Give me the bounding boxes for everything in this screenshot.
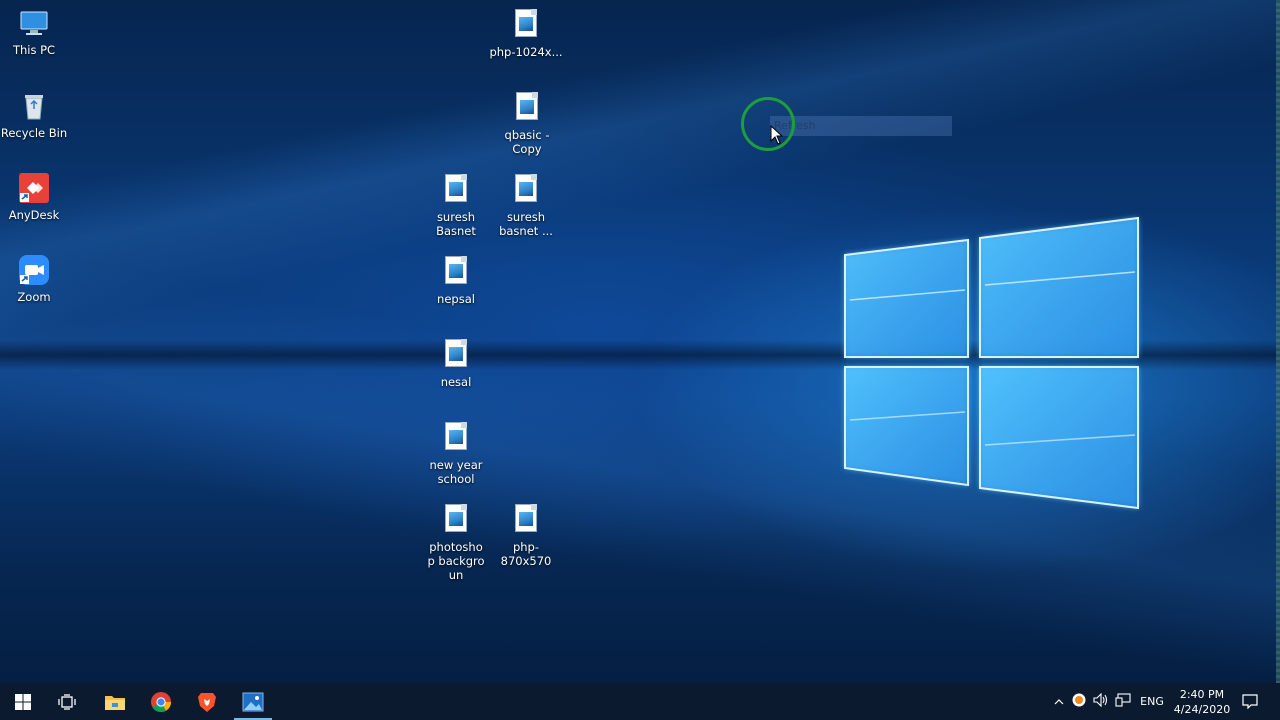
desktop-file-suresh-basnet[interactable]: suresh Basnet — [419, 172, 493, 238]
image-file-icon — [440, 504, 472, 536]
task-view-icon — [58, 693, 76, 710]
image-file-icon — [440, 339, 472, 371]
desktop-file-php-870x570[interactable]: php-870x570 — [489, 502, 563, 568]
screen-edge-artifact — [1276, 0, 1280, 683]
desktop-icon-recycle-bin[interactable]: Recycle Bin — [0, 90, 71, 140]
desktop-file-nepsal[interactable]: nepsal — [419, 254, 493, 306]
desktop-file-new-year-school[interactable]: new year school — [419, 420, 493, 486]
photos-icon — [242, 692, 264, 711]
image-file-icon — [510, 174, 542, 206]
clock-time: 2:40 PM — [1179, 688, 1225, 701]
click-indicator — [741, 97, 795, 151]
notification-icon — [1242, 694, 1258, 709]
input-language-indicator[interactable]: ENG — [1134, 695, 1170, 708]
desktop-icon-label: nepsal — [437, 292, 475, 306]
task-view-button[interactable] — [44, 683, 90, 720]
desktop-icon-this-pc[interactable]: This PC — [0, 7, 71, 57]
desktop-icon-label: suresh basnet ... — [499, 210, 553, 238]
chrome-button[interactable] — [138, 683, 184, 720]
desktop-icon-label: This PC — [12, 43, 56, 57]
desktop-icon-label: php-870x570 — [500, 540, 552, 568]
this-pc-icon — [18, 7, 50, 39]
file-explorer-button[interactable] — [92, 683, 138, 720]
desktop-icon-label: Zoom — [17, 290, 51, 304]
desktop-icon-label: suresh Basnet — [436, 210, 476, 238]
image-file-icon — [510, 9, 542, 41]
network-icon[interactable] — [1112, 693, 1134, 710]
action-center-button[interactable] — [1232, 683, 1268, 720]
clock-date: 4/24/2020 — [1173, 703, 1231, 716]
brave-icon — [198, 692, 216, 712]
windows-start-icon — [15, 693, 31, 710]
chrome-icon — [151, 691, 172, 712]
clock[interactable]: 2:40 PM 4/24/2020 — [1168, 687, 1236, 717]
system-tray: ENG — [1050, 683, 1170, 720]
mouse-cursor-icon — [770, 125, 784, 145]
recycle-bin-icon — [18, 90, 50, 122]
desktop-file-php-1024[interactable]: php-1024x... — [489, 7, 563, 59]
anydesk-icon — [18, 172, 50, 204]
desktop-icon-label: photoshop backgroun — [427, 540, 485, 582]
wallpaper-shadow — [0, 340, 1280, 370]
image-file-icon — [510, 504, 542, 536]
context-menu-refresh-item[interactable]: Refresh — [770, 116, 952, 136]
brave-button[interactable] — [184, 683, 230, 720]
desktop-icon-label: nesal — [440, 375, 472, 389]
desktop-icon-label: qbasic - Copy — [504, 128, 550, 156]
desktop-file-photoshop-background[interactable]: photoshop backgroun — [419, 502, 493, 582]
image-file-icon — [511, 92, 543, 124]
desktop-icon-label: AnyDesk — [8, 208, 60, 222]
taskbar: ENG 2:40 PM 4/24/2020 — [0, 683, 1280, 720]
recording-tray-icon[interactable] — [1068, 693, 1090, 710]
folder-icon — [105, 695, 125, 710]
desktop-file-nesal[interactable]: nesal — [419, 337, 493, 389]
show-hidden-icons-chevron-icon[interactable] — [1050, 695, 1068, 708]
image-file-icon — [440, 174, 472, 206]
desktop-file-qbasic-copy[interactable]: qbasic - Copy — [489, 90, 565, 156]
desktop-icon-label: php-1024x... — [489, 45, 563, 59]
image-file-icon — [440, 422, 472, 454]
desktop-icon-label: Recycle Bin — [0, 126, 68, 140]
desktop-icon-anydesk[interactable]: AnyDesk — [0, 172, 71, 222]
volume-icon[interactable] — [1090, 692, 1112, 710]
desktop-icon-zoom[interactable]: Zoom — [0, 254, 71, 304]
desktop-file-suresh-basnet-2[interactable]: suresh basnet ... — [489, 172, 563, 238]
start-button[interactable] — [0, 683, 46, 720]
desktop-icon-label: new year school — [429, 458, 483, 486]
image-file-icon — [440, 256, 472, 288]
zoom-icon — [18, 254, 50, 286]
photos-button[interactable] — [230, 683, 276, 720]
